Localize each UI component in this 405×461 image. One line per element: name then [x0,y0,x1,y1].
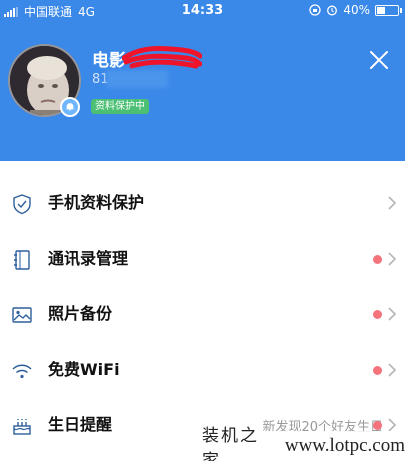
user-id-blur [106,70,168,88]
shield-icon [13,194,31,215]
watermark-text: 装机之家 [202,426,259,461]
menu-item-label: 手机资料保护 [48,193,145,212]
contacts-book-icon [14,249,30,270]
photo-icon [12,307,32,323]
battery-icon [375,4,402,16]
menu-item-label: 通讯录管理 [48,248,129,268]
protection-status-badge: 资料保护中 [91,99,149,114]
menu-item-label: 免费WiFi [48,359,120,379]
chevron-right-icon [388,196,397,210]
chevron-right-icon [388,307,397,321]
site-watermark: 装机之家 www.lotpc.com [196,426,405,461]
notification-bell-icon[interactable] [60,97,80,117]
close-icon[interactable] [368,49,390,71]
birthday-cake-icon [13,419,31,435]
battery-percent: 40% [343,3,370,17]
wifi-icon [12,364,32,378]
chevron-right-icon [388,251,397,266]
new-indicator-dot [373,365,382,375]
menu-item-data-protection[interactable]: 手机资料保护 [0,176,405,232]
menu-item-contacts[interactable]: 通讯录管理 [0,232,405,288]
menu-item-label: 照片备份 [48,304,113,323]
menu-item-photo-backup[interactable]: 照片备份 [0,287,405,343]
alarm-icon [327,5,338,16]
profile-header: 中国联通 4G 14:33 40% 电影 81 资料保护中 [0,0,405,161]
new-indicator-dot [373,310,382,319]
user-name: 电影 [92,51,126,70]
chevron-right-icon [388,362,397,377]
status-bar: 中国联通 4G 14:33 40% [0,0,405,20]
new-indicator-dot [373,254,382,264]
new-indicator-dot [373,421,382,430]
battery-fill [377,6,385,14]
menu-item-free-wifi[interactable]: 免费WiFi [0,343,405,399]
rotation-lock-icon [309,4,321,16]
menu-item-label: 生日提醒 [48,415,113,434]
feature-menu: 手机资料保护 通讯录管理 照片备份 免费WiFi 生日提醒 新发现20个好友生日 [0,176,405,454]
watermark-url: www.lotpc.com [284,435,405,456]
redaction-scribble [122,45,202,69]
